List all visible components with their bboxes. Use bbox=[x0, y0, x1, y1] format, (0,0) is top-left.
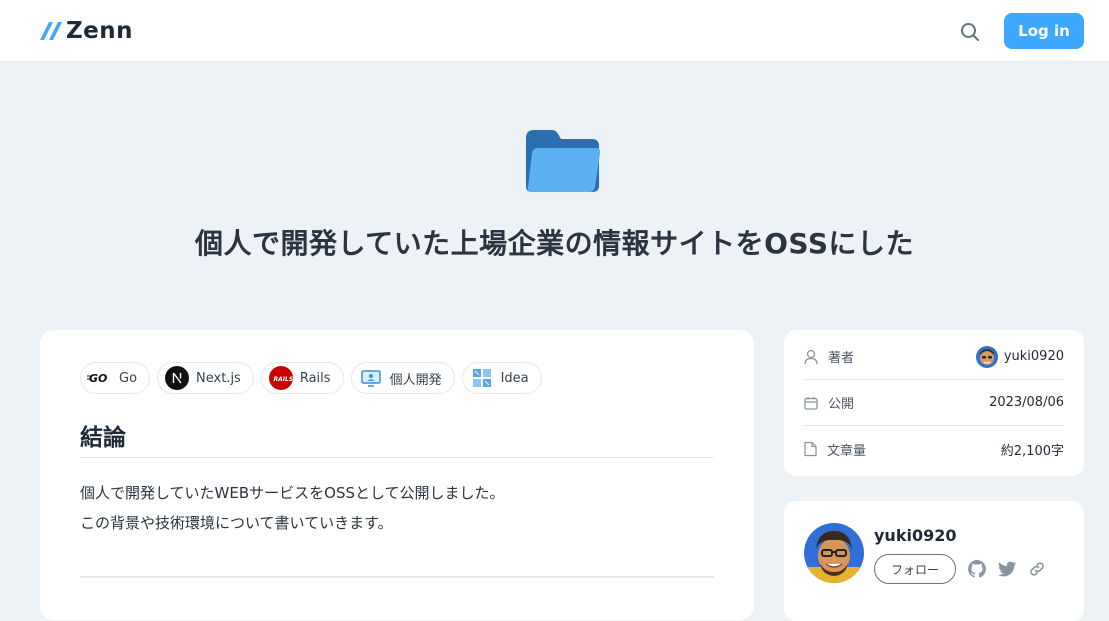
topic-label: 個人開発 bbox=[389, 372, 442, 388]
published-date: 2023/08/06 bbox=[989, 395, 1064, 410]
info-row-length: 文章量 約2,100字 bbox=[804, 426, 1064, 472]
link-icon[interactable] bbox=[1027, 559, 1047, 579]
article-body-card: GO Go Next.js RAILS Rails 個人開発 Idea 結論 個… bbox=[40, 330, 754, 620]
topic-label: Go bbox=[119, 370, 138, 386]
article-title: 個人で開発していた上場企業の情報サイトをOSSにした bbox=[194, 227, 915, 260]
nextjs-logo-icon bbox=[164, 366, 190, 390]
monitor-icon bbox=[358, 367, 384, 389]
search-icon bbox=[961, 23, 979, 41]
author-link[interactable]: yuki0920 bbox=[975, 345, 1064, 368]
article-info-card: 著者 yuki0920 公開 2023/08/06 文章量 約2,100字 bbox=[784, 330, 1084, 476]
search-button[interactable] bbox=[958, 20, 982, 44]
topic-nextjs[interactable]: Next.js bbox=[157, 362, 254, 394]
author-value: yuki0920 bbox=[1003, 349, 1064, 364]
site-header: Zenn Log in bbox=[0, 0, 1109, 62]
calendar-icon bbox=[804, 396, 818, 410]
topic-label: Idea bbox=[500, 370, 529, 386]
avatar bbox=[975, 345, 998, 368]
divider bbox=[80, 576, 714, 578]
zenn-logo-icon bbox=[40, 22, 62, 40]
topic-personal-dev[interactable]: 個人開発 bbox=[350, 362, 455, 394]
login-button[interactable]: Log in bbox=[1004, 13, 1084, 49]
user-icon bbox=[804, 349, 818, 364]
author-card: yuki0920 フォロー bbox=[784, 501, 1084, 621]
info-label: 公開 bbox=[804, 393, 854, 412]
info-label: 文章量 bbox=[804, 440, 866, 459]
zenn-logo[interactable]: Zenn bbox=[40, 18, 134, 44]
paragraph-line: 個人で開発していたWEBサービスをOSSとして公開しました。 bbox=[80, 484, 505, 502]
document-icon bbox=[804, 441, 817, 457]
info-row-author: 著者 yuki0920 bbox=[804, 334, 1064, 380]
info-label: 著者 bbox=[804, 347, 854, 366]
topic-rails[interactable]: RAILS Rails bbox=[260, 362, 344, 394]
go-logo-icon: GO bbox=[87, 367, 113, 389]
svg-text:GO: GO bbox=[89, 372, 107, 385]
info-row-published: 公開 2023/08/06 bbox=[804, 380, 1064, 426]
follow-button[interactable]: フォロー bbox=[874, 554, 956, 584]
author-name[interactable]: yuki0920 bbox=[874, 526, 956, 545]
topic-idea[interactable]: Idea bbox=[461, 362, 542, 394]
topic-label: Next.js bbox=[196, 370, 241, 386]
grid-icon bbox=[469, 367, 495, 389]
topic-go[interactable]: GO Go bbox=[80, 362, 151, 394]
logo-text: Zenn bbox=[66, 18, 134, 44]
rails-logo-icon: RAILS bbox=[268, 366, 294, 390]
svg-text:RAILS: RAILS bbox=[273, 376, 293, 383]
twitter-icon[interactable] bbox=[997, 559, 1017, 579]
article-length: 約2,100字 bbox=[1000, 443, 1064, 459]
section-heading: 結論 bbox=[80, 418, 714, 458]
topic-label: Rails bbox=[299, 370, 331, 386]
avatar[interactable] bbox=[804, 523, 864, 583]
folder-icon bbox=[522, 126, 602, 196]
github-icon[interactable] bbox=[967, 559, 987, 579]
paragraph-line: この背景や技術環境について書いていきます。 bbox=[80, 514, 393, 532]
topic-list: GO Go Next.js RAILS Rails 個人開発 Idea bbox=[80, 362, 542, 394]
